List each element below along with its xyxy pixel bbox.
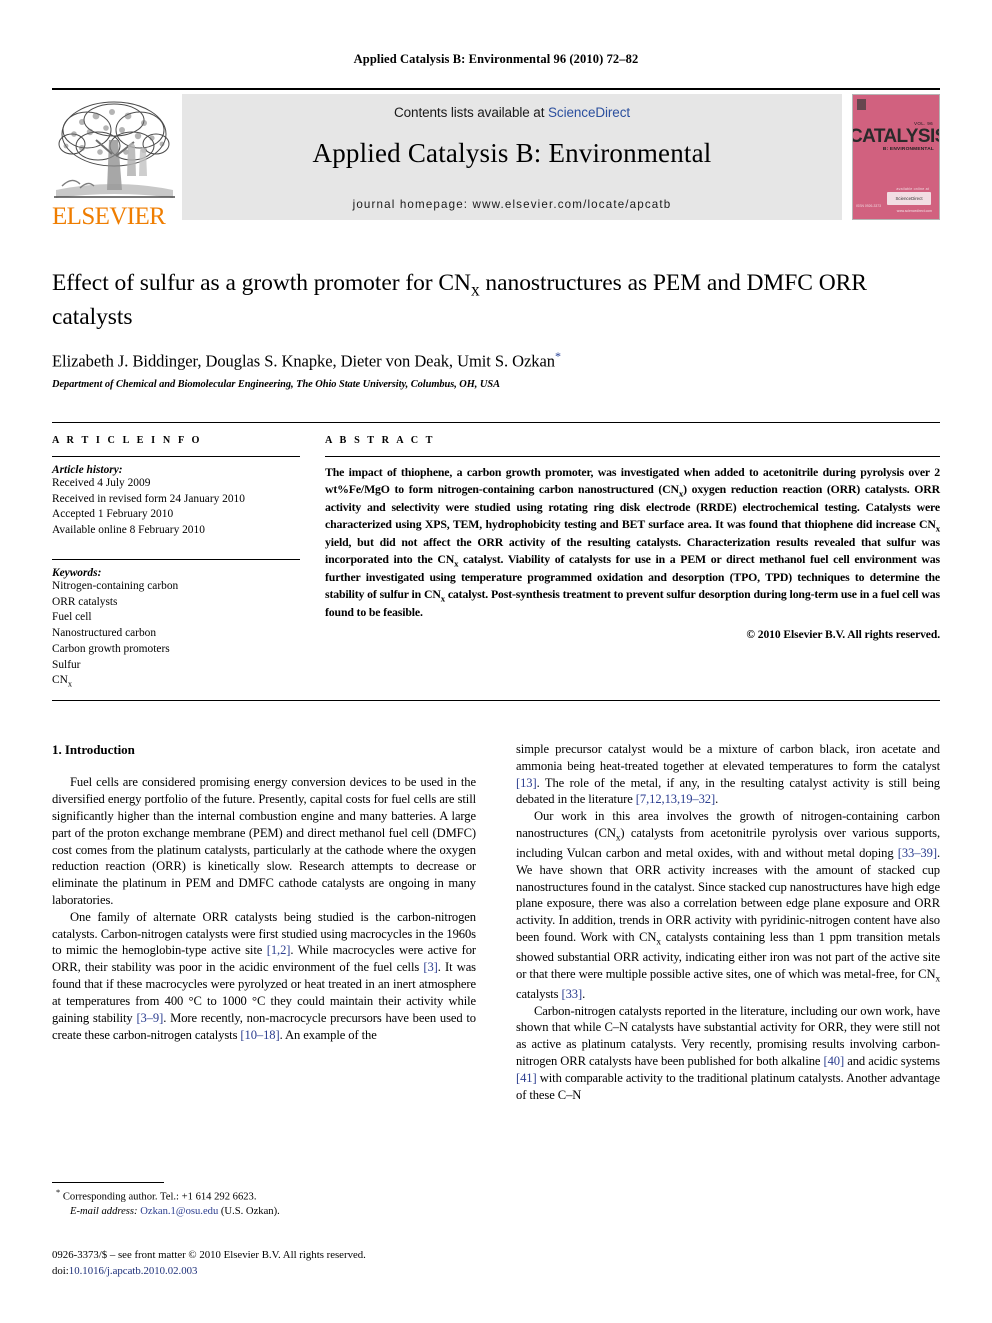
paper-page: Applied Catalysis B: Environmental 96 (2…: [0, 0, 992, 1323]
citation-link[interactable]: [3–9]: [136, 1011, 163, 1025]
sciencedirect-link[interactable]: ScienceDirect: [548, 105, 630, 120]
body-section: 1. Introduction Fuel cells are considere…: [52, 700, 940, 1103]
text-run: catalysts: [516, 986, 562, 1001]
keyword-item: Fuel cell: [52, 611, 92, 624]
citation-link[interactable]: [41]: [516, 1071, 537, 1085]
history-item: Available online 8 February 2010: [52, 524, 205, 537]
column-gap: [300, 435, 325, 690]
journal-title: Applied Catalysis B: Environmental: [312, 138, 712, 168]
corresponding-author-marker[interactable]: *: [555, 349, 561, 363]
citation-link[interactable]: [10–18]: [240, 1028, 279, 1042]
doi-value[interactable]: 10.1016/j.apcatb.2010.02.003: [69, 1265, 198, 1277]
citation-link[interactable]: [3]: [423, 960, 437, 974]
abstract-text: The impact of thiophene, a carbon growth…: [325, 464, 940, 621]
article-history-list: Received 4 July 2009 Received in revised…: [52, 476, 300, 539]
article-history-label: Article history:: [52, 464, 123, 476]
contents-prefix: Contents lists available at: [393, 105, 549, 120]
text-run: and acidic systems: [844, 1054, 940, 1069]
citation-link[interactable]: [33–39]: [898, 846, 937, 860]
cover-sciencedirect-badge: ScienceDirect: [887, 192, 931, 205]
abstract-copyright: © 2010 Elsevier B.V. All rights reserved…: [746, 627, 940, 641]
cover-subtitle: B: ENVIRONMENTAL: [882, 147, 934, 152]
abstract-heading: A B S T R A C T: [325, 435, 436, 446]
email-owner: (U.S. Ozkan).: [220, 1206, 280, 1218]
paragraph: Fuel cells are considered promising ener…: [52, 775, 476, 908]
page-title: Effect of sulfur as a growth promoter fo…: [52, 268, 940, 333]
history-item: Accepted 1 February 2010: [52, 508, 174, 521]
citation-link[interactable]: [13]: [516, 776, 537, 790]
keywords-block: Keywords: Nitrogen-containing carbon ORR…: [52, 558, 300, 690]
footnote-text: Corresponding author. Tel.: +1 614 292 6…: [60, 1191, 257, 1203]
paragraph: simple precursor catalyst would be a mix…: [516, 741, 940, 808]
cover-issn-note: ISSN 0926-3373: [856, 203, 882, 208]
article-info-heading: A R T I C L E I N F O: [52, 435, 203, 446]
footnote-divider: [52, 1182, 164, 1183]
cover-badge-caption: available online at: [896, 187, 929, 191]
affiliation: Department of Chemical and Biomolecular …: [52, 379, 500, 391]
info-abstract-section: A R T I C L E I N F O Article history: R…: [52, 422, 940, 690]
divider: [325, 456, 940, 457]
text-run: .: [582, 986, 586, 1001]
elsevier-wordmark: ELSEVIER: [52, 203, 166, 230]
elsevier-tree-icon: [54, 101, 175, 198]
doi-line: doi:10.1016/j.apcatb.2010.02.003: [52, 1264, 552, 1280]
citation-link[interactable]: [33]: [562, 987, 583, 1001]
contents-available-line: Contents lists available at ScienceDirec…: [182, 105, 842, 120]
page-title-subscript: x: [470, 280, 480, 300]
author-list: Elizabeth J. Biddinger, Douglas S. Knapk…: [52, 349, 940, 372]
keyword-item: Sulfur: [52, 658, 81, 671]
cover-title: CATALYSIS: [852, 126, 940, 147]
footer-meta: 0926-3373/$ – see front matter © 2010 El…: [52, 1248, 552, 1279]
issn-front-matter: 0926-3373/$ – see front matter © 2010 El…: [52, 1249, 366, 1261]
journal-cover-thumbnail[interactable]: VOL. 96 CATALYSIS B: ENVIRONMENTAL avail…: [852, 94, 940, 220]
keywords-label: Keywords:: [52, 566, 102, 579]
paragraph: Our work in this area involves the growt…: [516, 808, 940, 1002]
body-column-left: 1. Introduction Fuel cells are considere…: [52, 741, 476, 1103]
doi-label: doi:: [52, 1264, 69, 1277]
keyword-item: ORR catalysts: [52, 595, 118, 608]
page-title-part1: Effect of sulfur as a growth promoter fo…: [52, 270, 471, 296]
history-item: Received 4 July 2009: [52, 477, 151, 489]
elsevier-logo: ELSEVIER: [52, 94, 177, 230]
article-info-panel: A R T I C L E I N F O Article history: R…: [52, 435, 300, 690]
body-column-right: simple precursor catalyst would be a mix…: [516, 741, 940, 1103]
title-block: Effect of sulfur as a growth promoter fo…: [52, 268, 940, 390]
paragraph: One family of alternate ORR catalysts be…: [52, 909, 476, 1044]
keyword-item: Nitrogen-containing carbon: [52, 579, 179, 592]
footnote-block: * Corresponding author. Tel.: +1 614 292…: [52, 1182, 476, 1220]
citation-link[interactable]: [40]: [824, 1054, 845, 1068]
journal-masthead: ELSEVIER Contents lists available at Sci…: [52, 88, 940, 230]
paragraph: Carbon-nitrogen catalysts reported in th…: [516, 1003, 940, 1104]
email-link[interactable]: Ozkan.1@osu.edu: [140, 1206, 218, 1217]
text-run: with comparable activity to the traditio…: [516, 1070, 940, 1102]
history-item: Received in revised form 24 January 2010: [52, 492, 245, 505]
keyword-item: Nanostructured carbon: [52, 627, 157, 640]
abstract-sub: x: [935, 522, 940, 533]
text-run: . An example of the: [279, 1027, 377, 1042]
corresponding-author-note: * Corresponding author. Tel.: +1 614 292…: [52, 1187, 476, 1205]
section-heading-introduction: 1. Introduction: [52, 742, 135, 757]
text-run: . The role of the metal, if any, in the …: [516, 775, 940, 807]
author-names: Elizabeth J. Biddinger, Douglas S. Knapk…: [52, 351, 555, 371]
journal-banner: Contents lists available at ScienceDirec…: [182, 94, 842, 220]
column-gap: [476, 741, 516, 1103]
citation-link[interactable]: [1,2]: [267, 943, 291, 957]
text-run: simple precursor catalyst would be a mix…: [516, 742, 940, 773]
keyword-item: Carbon growth promoters: [52, 642, 170, 655]
keywords-list: Nitrogen-containing carbon ORR catalysts…: [52, 579, 300, 690]
email-note: E-mail address: Ozkan.1@osu.edu (U.S. Oz…: [52, 1205, 476, 1220]
journal-homepage-link[interactable]: journal homepage: www.elsevier.com/locat…: [182, 198, 842, 211]
cover-barcode-icon: [857, 99, 866, 110]
subscript: x: [935, 974, 941, 985]
running-head: Applied Catalysis B: Environmental 96 (2…: [353, 52, 639, 66]
email-label: E-mail address:: [70, 1206, 138, 1218]
keyword-item: CNx: [52, 674, 73, 689]
divider: [52, 456, 300, 457]
citation-link[interactable]: [7,12,13,19–32]: [636, 792, 715, 806]
cover-badge-footer: www.sciencedirect.com: [896, 209, 932, 213]
abstract-panel: A B S T R A C T The impact of thiophene,…: [325, 435, 940, 690]
divider: [52, 558, 300, 560]
text-run: .: [715, 792, 719, 807]
